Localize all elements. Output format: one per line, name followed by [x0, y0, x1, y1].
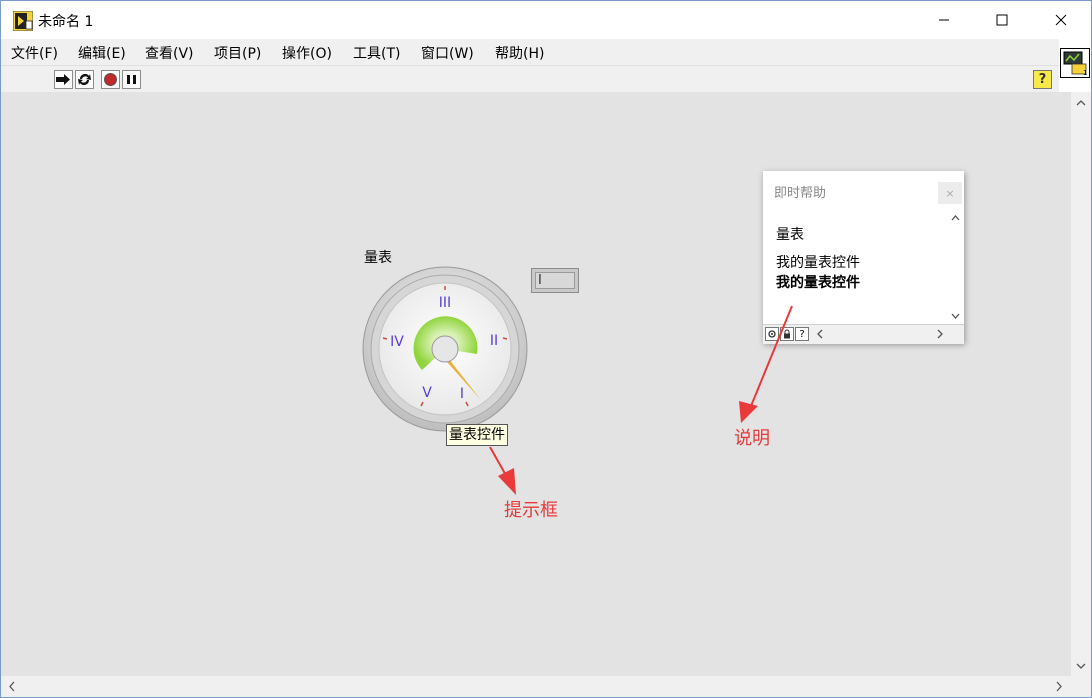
menu-bar: 文件(F) 编辑(E) 查看(V) 项目(P) 操作(O) 工具(T) 窗口(W…: [1, 39, 1059, 65]
scale-mark-i: I: [460, 386, 464, 402]
context-help-description-bold: 我的量表控件: [776, 275, 860, 291]
menu-window[interactable]: 窗口(W): [421, 43, 474, 63]
context-help-scroll-arrows: [951, 215, 960, 319]
context-help-description: 我的量表控件: [776, 255, 860, 271]
detailed-help-button[interactable]: [765, 327, 779, 341]
gauge-digital-value: I: [535, 272, 575, 289]
run-arrow-icon: [56, 74, 70, 85]
vi-connector-icon: 1: [1063, 51, 1087, 77]
abort-button[interactable]: [101, 70, 120, 89]
run-button[interactable]: [54, 70, 73, 89]
svg-text:1: 1: [1083, 69, 1087, 77]
gear-icon: [768, 330, 776, 338]
tooltip: 量表控件: [446, 424, 508, 446]
pause-button[interactable]: [122, 70, 141, 89]
toolbar: ?: [1, 65, 1059, 93]
context-help-window[interactable]: 即时帮助 × 量表 我的量表控件 我的量表控件 ?: [763, 171, 964, 344]
menu-help[interactable]: 帮助(H): [495, 43, 544, 63]
close-icon: ×: [945, 186, 955, 200]
scrollbar-corner: [1071, 676, 1091, 697]
labview-front-panel-window: 未命名 1 文件(F) 编辑(E) 查看(V) 项目(P) 操作(O) 工具(T…: [0, 0, 1092, 698]
run-continuously-button[interactable]: [75, 70, 94, 89]
context-help-button[interactable]: ?: [1033, 70, 1052, 89]
menu-file[interactable]: 文件(F): [11, 43, 58, 63]
vi-icon[interactable]: 1: [1060, 48, 1090, 78]
vertical-scrollbar[interactable]: [1071, 92, 1091, 676]
context-help-close-button[interactable]: ×: [938, 182, 962, 204]
stop-icon: [104, 73, 117, 86]
menu-operate[interactable]: 操作(O): [282, 43, 332, 63]
menu-tools[interactable]: 工具(T): [353, 43, 400, 63]
labview-app-icon: [12, 10, 34, 32]
maximize-icon: [996, 14, 1008, 26]
horizontal-scroll-arrows: [9, 681, 1062, 692]
context-help-heading: 量表: [776, 227, 804, 243]
scroll-right-arrow-icon[interactable]: [936, 329, 944, 339]
menu-project[interactable]: 项目(P): [214, 43, 261, 63]
pause-icon: [127, 75, 136, 84]
scale-mark-iv: IV: [390, 334, 404, 350]
context-help-bottom-bar: ?: [763, 324, 964, 344]
question-mark-icon: ?: [1038, 72, 1047, 87]
minimize-icon: [939, 19, 949, 21]
gauge-label: 量表: [364, 250, 392, 266]
question-mark-icon: ?: [799, 328, 805, 340]
gauge-hub: [431, 335, 459, 363]
gauge-control[interactable]: III II IV V I: [361, 265, 529, 433]
gauge-digital-display[interactable]: I: [531, 268, 579, 293]
run-continuously-icon: [78, 74, 91, 85]
help-question-button[interactable]: ?: [795, 327, 809, 341]
lock-icon: [784, 329, 790, 339]
minimize-button[interactable]: [915, 1, 973, 39]
maximize-button[interactable]: [973, 1, 1031, 39]
close-button[interactable]: [1032, 1, 1090, 39]
scale-mark-ii: II: [490, 333, 498, 349]
scale-mark-iii: III: [439, 295, 451, 311]
context-help-title: 即时帮助: [774, 186, 827, 201]
title-bar: 未命名 1: [1, 1, 1091, 39]
context-help-vertical-scrollbar[interactable]: [947, 211, 964, 324]
window-title: 未命名 1: [38, 14, 94, 30]
menu-edit[interactable]: 编辑(E): [78, 43, 126, 63]
annotation-tip-box: 提示框: [504, 500, 558, 521]
scale-mark-v: V: [422, 385, 432, 401]
menu-view[interactable]: 查看(V): [145, 43, 194, 63]
horizontal-scrollbar[interactable]: [1, 676, 1071, 697]
scroll-left-arrow-icon[interactable]: [816, 329, 824, 339]
lock-help-button[interactable]: [780, 327, 794, 341]
annotation-description: 说明: [734, 428, 770, 449]
close-icon: [1055, 14, 1067, 26]
vertical-scroll-arrows: [1076, 100, 1086, 669]
